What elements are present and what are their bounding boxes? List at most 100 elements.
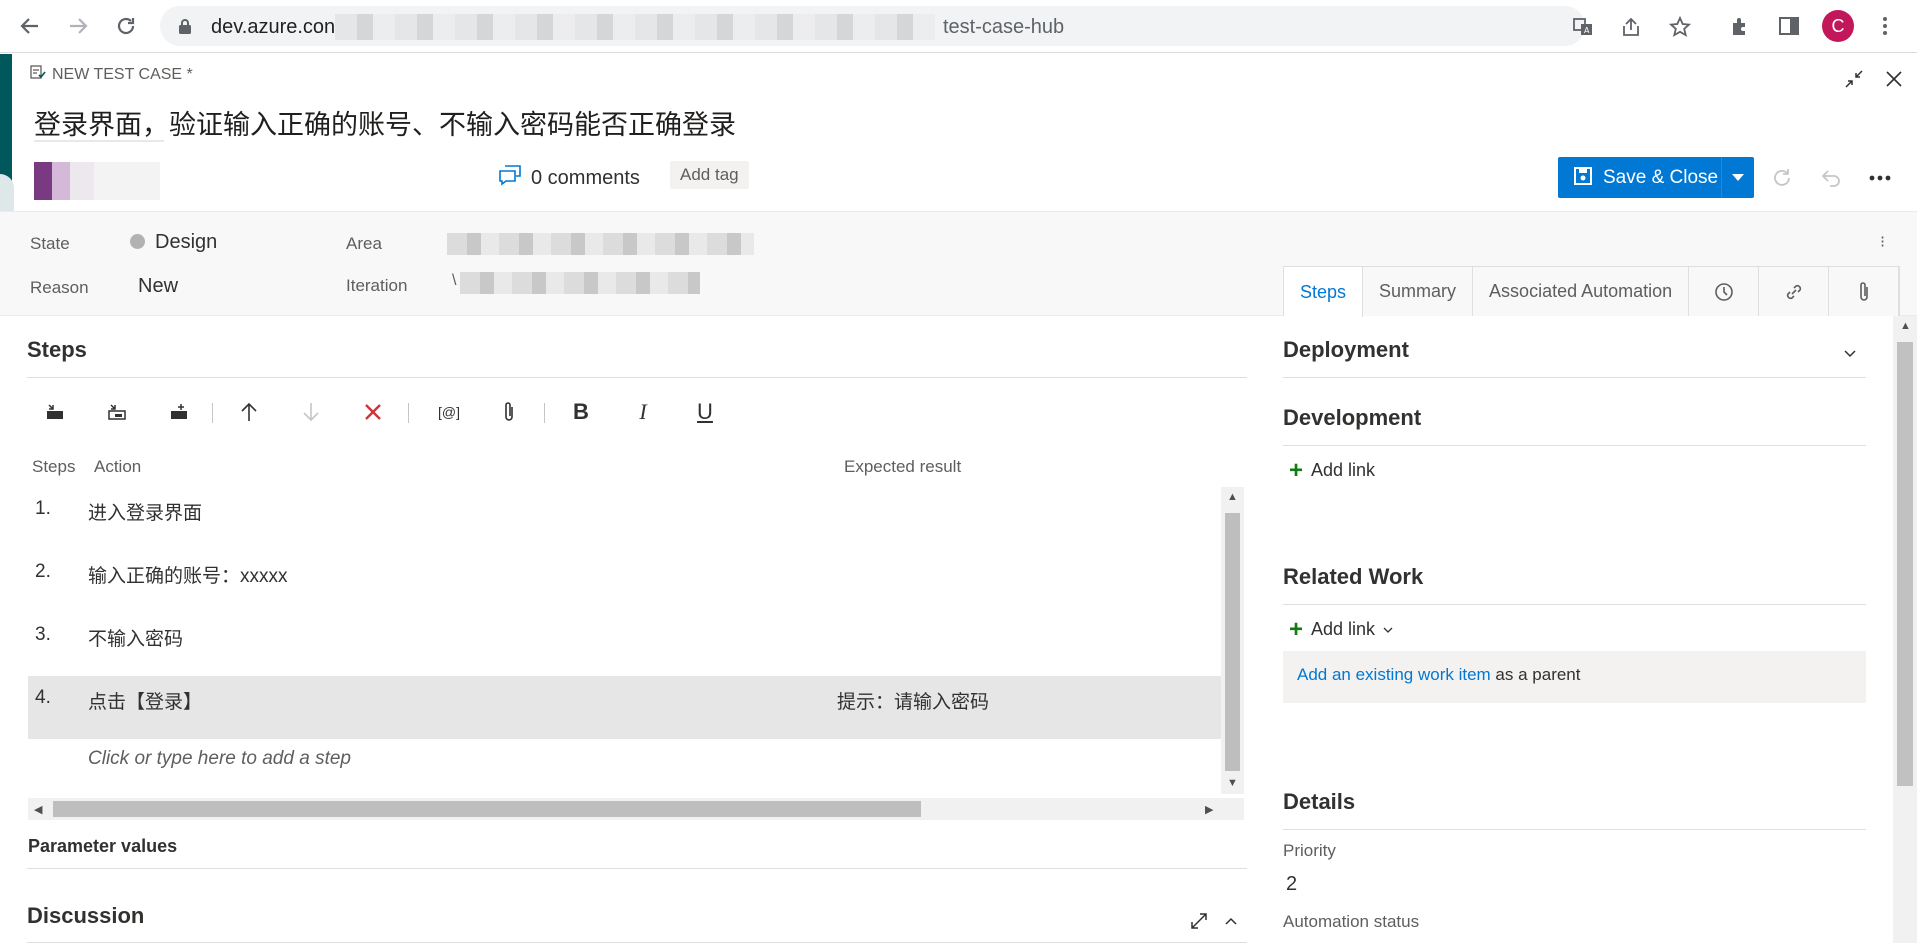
step-action[interactable]: 输入正确的账号：xxxxx bbox=[88, 561, 288, 588]
url-text-end: test-case-hub bbox=[943, 16, 1065, 38]
attachments-icon[interactable] bbox=[1829, 267, 1900, 316]
side-panel-icon[interactable] bbox=[1776, 13, 1802, 39]
save-options-dropdown[interactable] bbox=[1721, 157, 1754, 198]
profile-avatar[interactable]: C bbox=[1822, 10, 1854, 42]
address-bar[interactable]: dev.azure.con test-case-hub A bbox=[160, 6, 1691, 46]
lock-icon bbox=[178, 18, 192, 40]
steps-grid: 1. 进入登录界面 2. 输入正确的账号：xxxxx 3. 不输入密码 4. 点… bbox=[28, 487, 1221, 794]
work-item-color-bar bbox=[0, 54, 14, 224]
tab-associated-automation[interactable]: Associated Automation bbox=[1473, 267, 1690, 316]
add-existing-work-item-link[interactable]: Add an existing work item bbox=[1297, 665, 1491, 684]
move-down-icon[interactable] bbox=[296, 397, 326, 427]
test-case-icon bbox=[30, 64, 46, 85]
share-icon[interactable] bbox=[1618, 14, 1644, 40]
step-action[interactable]: 不输入密码 bbox=[88, 624, 183, 651]
comments-link[interactable]: 0 comments bbox=[498, 164, 640, 192]
collapse-icon[interactable] bbox=[1841, 66, 1867, 92]
browser-toolbar: dev.azure.con test-case-hub A C bbox=[0, 0, 1917, 53]
step-row[interactable]: 1. 进入登录界面 bbox=[28, 487, 1221, 550]
step-number: 2. bbox=[35, 561, 51, 582]
refresh-icon[interactable] bbox=[1766, 162, 1798, 194]
steps-vertical-scrollbar[interactable]: ▲ ▼ bbox=[1221, 487, 1244, 794]
plus-icon: + bbox=[1289, 456, 1304, 484]
italic-icon[interactable]: I bbox=[628, 397, 658, 427]
shared-params-icon[interactable]: [@] bbox=[429, 397, 469, 427]
add-link-label: Add link bbox=[1311, 619, 1376, 639]
related-add-link[interactable]: + Add link bbox=[1289, 617, 1393, 641]
forward-icon[interactable] bbox=[62, 10, 94, 42]
parameter-rule bbox=[27, 868, 1247, 869]
tab-steps[interactable]: Steps bbox=[1284, 267, 1364, 317]
work-item-title[interactable]: 登录界面，验证输入正确的账号、不输入密码能否正确登录 bbox=[34, 103, 736, 142]
step-row-selected[interactable]: 4. 点击【登录】 提示：请输入密码 bbox=[28, 676, 1221, 739]
save-close-button[interactable]: Save & Close bbox=[1558, 157, 1754, 198]
url-redacted bbox=[335, 14, 935, 40]
add-step-placeholder[interactable]: Click or type here to add a step bbox=[88, 748, 351, 770]
tab-summary[interactable]: Summary bbox=[1363, 267, 1474, 316]
move-up-icon[interactable] bbox=[234, 397, 264, 427]
priority-value[interactable]: 2 bbox=[1286, 873, 1297, 896]
as-parent-text: as a parent bbox=[1490, 665, 1581, 684]
state-field[interactable]: Design bbox=[130, 231, 217, 254]
svg-text:A: A bbox=[1584, 26, 1590, 35]
add-parent-box: Add an existing work item as a parent bbox=[1283, 651, 1866, 703]
close-icon[interactable] bbox=[1881, 66, 1907, 92]
scroll-thumb[interactable] bbox=[1225, 513, 1240, 771]
scroll-up-arrow-icon[interactable]: ▲ bbox=[1227, 491, 1238, 503]
step-action[interactable]: 点击【登录】 bbox=[88, 687, 202, 714]
insert-parameter-icon[interactable] bbox=[164, 397, 194, 427]
band-more-icon[interactable]: ⁝ bbox=[1880, 232, 1885, 252]
bold-icon[interactable]: B bbox=[566, 397, 596, 427]
toolbar-separator bbox=[212, 403, 213, 423]
step-number: 3. bbox=[35, 624, 51, 645]
links-icon[interactable] bbox=[1759, 267, 1830, 316]
related-work-rule bbox=[1283, 604, 1866, 605]
work-item-tabs: Steps Summary Associated Automation bbox=[1283, 266, 1901, 317]
insert-shared-steps-icon[interactable] bbox=[102, 397, 132, 427]
scroll-up-arrow-icon[interactable]: ▲ bbox=[1900, 320, 1911, 332]
step-action[interactable]: 进入登录界面 bbox=[88, 498, 202, 525]
scroll-thumb[interactable] bbox=[53, 801, 921, 817]
reason-value[interactable]: New bbox=[138, 275, 178, 298]
iteration-value-redacted[interactable] bbox=[460, 272, 700, 294]
development-add-link[interactable]: + Add link bbox=[1289, 456, 1375, 484]
area-label: Area bbox=[346, 234, 382, 253]
history-icon[interactable] bbox=[1689, 267, 1760, 316]
add-tag-button[interactable]: Add tag bbox=[670, 161, 749, 189]
state-value: Design bbox=[155, 231, 218, 253]
reason-label: Reason bbox=[30, 278, 89, 297]
right-pane-scrollbar[interactable]: ▲ bbox=[1893, 316, 1917, 943]
assigned-to-redacted[interactable] bbox=[34, 162, 160, 200]
step-row[interactable]: 2. 输入正确的账号：xxxxx bbox=[28, 550, 1221, 613]
discussion-title: Discussion bbox=[27, 903, 145, 928]
back-icon[interactable] bbox=[14, 10, 46, 42]
step-row[interactable]: 3. 不输入密码 bbox=[28, 613, 1221, 676]
scroll-right-arrow-icon[interactable]: ▶ bbox=[1205, 803, 1213, 816]
scroll-thumb[interactable] bbox=[1897, 342, 1913, 786]
step-number: 1. bbox=[35, 498, 51, 519]
expand-icon[interactable] bbox=[1186, 908, 1212, 934]
scroll-left-arrow-icon[interactable]: ◀ bbox=[34, 803, 42, 816]
chevron-down-icon bbox=[1383, 627, 1393, 633]
scroll-down-arrow-icon[interactable]: ▼ bbox=[1227, 777, 1238, 789]
attach-icon[interactable] bbox=[494, 397, 524, 427]
state-dot-icon bbox=[130, 234, 145, 249]
bookmark-star-icon[interactable] bbox=[1667, 14, 1693, 40]
more-actions-icon[interactable] bbox=[1864, 162, 1896, 194]
translate-icon[interactable]: A bbox=[1570, 14, 1596, 40]
insert-step-icon[interactable] bbox=[40, 397, 70, 427]
delete-icon[interactable] bbox=[358, 397, 388, 427]
steps-horizontal-scrollbar[interactable]: ◀ ▶ bbox=[28, 798, 1244, 820]
chevron-down-icon[interactable] bbox=[1837, 341, 1863, 367]
reload-icon[interactable] bbox=[110, 10, 142, 42]
extensions-icon[interactable] bbox=[1728, 13, 1754, 39]
chevron-up-icon[interactable] bbox=[1218, 908, 1244, 934]
step-number: 4. bbox=[35, 687, 51, 708]
undo-icon[interactable] bbox=[1815, 162, 1847, 194]
state-label: State bbox=[30, 234, 70, 253]
details-title: Details bbox=[1283, 789, 1356, 814]
underline-icon[interactable]: U bbox=[690, 397, 720, 427]
step-expected[interactable]: 提示：请输入密码 bbox=[837, 687, 989, 714]
area-value-redacted[interactable] bbox=[447, 233, 754, 255]
browser-menu-icon[interactable] bbox=[1872, 13, 1898, 39]
